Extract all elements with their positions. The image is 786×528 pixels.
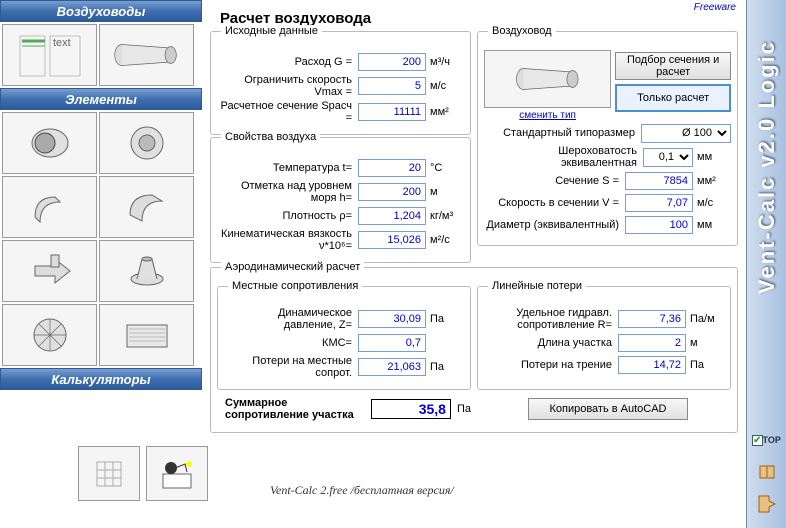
section-input[interactable] xyxy=(358,103,426,121)
element-8[interactable] xyxy=(99,304,194,366)
d-output xyxy=(625,216,693,234)
duct-legend-box[interactable]: text xyxy=(2,24,97,86)
input-data-legend: Исходные данные xyxy=(221,25,322,37)
density-input[interactable] xyxy=(358,207,426,225)
section-elements-header: Элементы xyxy=(0,88,202,110)
section-ducts-header: Воздуховоды xyxy=(0,0,202,22)
length-input[interactable] xyxy=(618,334,686,352)
viscosity-input[interactable] xyxy=(358,231,426,249)
element-5[interactable] xyxy=(2,240,97,302)
select-calc-button[interactable]: Подбор сечения и расчет xyxy=(615,52,731,80)
element-7[interactable] xyxy=(2,304,97,366)
roughness-select[interactable]: 0,1 xyxy=(643,148,693,167)
freeware-link[interactable]: Freeware xyxy=(694,2,736,13)
calc-1[interactable] xyxy=(78,446,140,501)
duct-legend: Воздуховод xyxy=(488,25,556,37)
element-3[interactable] xyxy=(2,176,97,238)
size-select[interactable]: Ø 100 xyxy=(641,124,731,143)
local-legend: Местные сопротивления xyxy=(228,280,362,292)
friction-output xyxy=(618,356,686,374)
element-6[interactable] xyxy=(99,240,194,302)
calc-2[interactable] xyxy=(146,446,208,501)
book-icon[interactable] xyxy=(755,460,779,484)
duct-round-icon[interactable] xyxy=(99,24,194,86)
air-legend: Свойства воздуха xyxy=(221,131,320,143)
z-input[interactable] xyxy=(358,310,426,328)
kmc-input[interactable] xyxy=(358,334,426,352)
top-checkbox[interactable]: ✔TOP xyxy=(755,428,779,452)
v-output xyxy=(625,194,693,212)
s-output xyxy=(625,172,693,190)
exit-icon[interactable] xyxy=(755,492,779,516)
aero-legend: Аэродинамический расчет xyxy=(221,261,364,273)
right-bar: Vent-Calc v2.0 Logic ✔TOP xyxy=(746,0,786,528)
temp-input[interactable] xyxy=(358,159,426,177)
element-1[interactable] xyxy=(2,112,97,174)
local-loss-output xyxy=(358,358,426,376)
vmax-input[interactable] xyxy=(358,77,426,95)
duct-preview xyxy=(484,50,611,108)
altitude-input[interactable] xyxy=(358,183,426,201)
calc-only-button[interactable]: Только расчет xyxy=(615,84,731,112)
change-type-link[interactable]: сменить тип xyxy=(484,110,611,121)
r-output xyxy=(618,310,686,328)
sum-label: Суммарное сопротивление участка xyxy=(225,397,365,421)
app-title-vertical: Vent-Calc v2.0 Logic xyxy=(754,40,780,294)
element-2[interactable] xyxy=(99,112,194,174)
flow-input[interactable] xyxy=(358,53,426,71)
main-panel: Freeware Расчет воздуховода Исходные дан… xyxy=(202,0,746,528)
footer-version: Vent-Calc 2.free /бесплатная версия/ xyxy=(270,483,454,498)
copy-autocad-button[interactable]: Копировать в AutoCAD xyxy=(528,398,688,420)
sum-output xyxy=(371,399,451,419)
linear-legend: Линейные потери xyxy=(488,280,586,292)
svg-text:text: text xyxy=(53,37,71,49)
element-4[interactable] xyxy=(99,176,194,238)
section-calculators-header: Калькуляторы xyxy=(0,368,202,390)
